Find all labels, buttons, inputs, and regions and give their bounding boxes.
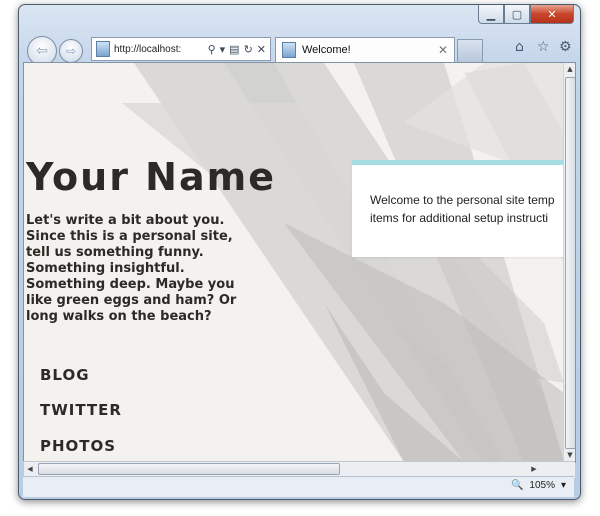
welcome-line-1: Welcome to the personal site temp xyxy=(370,193,555,207)
search-icon[interactable]: ⚲ xyxy=(208,43,216,56)
minimize-icon: ▁ xyxy=(486,7,496,21)
scroll-right-arrow-icon[interactable]: ▶ xyxy=(528,462,540,476)
zoom-control[interactable]: 🔍 105% ▾ xyxy=(511,480,566,491)
compatibility-icon[interactable]: ▤ xyxy=(229,43,239,56)
home-icon[interactable]: ⌂ xyxy=(515,39,524,55)
scroll-down-arrow-icon[interactable]: ▼ xyxy=(564,449,575,461)
tab-title: Welcome! xyxy=(302,44,351,56)
horizontal-scroll-thumb[interactable] xyxy=(38,463,340,475)
bio-text: Let's write a bit about you. Since this … xyxy=(26,213,237,324)
back-arrow-icon: ⇦ xyxy=(36,43,48,59)
welcome-card-text: Welcome to the personal site temp items … xyxy=(370,191,575,227)
maximize-icon: ▢ xyxy=(511,7,523,21)
favorites-star-icon[interactable]: ☆ xyxy=(537,39,550,55)
forward-button[interactable]: ⇨ xyxy=(59,39,83,63)
welcome-line-2: items for additional setup instructi xyxy=(370,211,549,225)
address-text[interactable]: http://localhost: xyxy=(114,44,208,55)
browser-window: ▁ ▢ ✕ ⇦ ⇨ http://localhost: ⚲ ▾ ▤ ↻ ✕ We… xyxy=(18,4,581,500)
zoom-level: 105% xyxy=(529,480,555,491)
stop-icon[interactable]: ✕ xyxy=(257,43,266,56)
vertical-scroll-thumb[interactable] xyxy=(565,77,575,449)
zoom-icon: 🔍 xyxy=(510,480,524,491)
page-content: Your Name Let's write a bit about you. S… xyxy=(23,62,576,463)
nav-link-twitter[interactable]: TWITTER xyxy=(40,401,122,419)
welcome-card: Welcome to the personal site temp items … xyxy=(352,160,572,257)
maximize-button[interactable]: ▢ xyxy=(504,5,530,24)
caption-buttons: ▁ ▢ ✕ xyxy=(478,5,574,24)
vertical-scrollbar[interactable]: ▲ ▼ xyxy=(563,63,575,462)
nav-link-photos[interactable]: PHOTOS xyxy=(40,437,116,455)
new-tab-button[interactable] xyxy=(457,39,483,63)
tab-welcome[interactable]: Welcome! ✕ xyxy=(275,37,455,62)
scroll-up-arrow-icon[interactable]: ▲ xyxy=(564,63,575,75)
dropdown-icon[interactable]: ▾ xyxy=(220,43,226,56)
nav-link-blog[interactable]: BLOG xyxy=(40,366,90,384)
status-bar: 🔍 105% ▾ xyxy=(23,476,574,497)
refresh-icon[interactable]: ↻ xyxy=(244,43,253,56)
minimize-button[interactable]: ▁ xyxy=(478,5,504,24)
close-icon: ✕ xyxy=(547,7,557,21)
address-bar[interactable]: http://localhost: ⚲ ▾ ▤ ↻ ✕ xyxy=(91,37,271,61)
close-tab-icon[interactable]: ✕ xyxy=(438,43,448,57)
site-owner-name: Your Name xyxy=(26,155,276,199)
horizontal-scrollbar[interactable]: ◀ ▶ xyxy=(23,461,543,477)
chevron-down-icon[interactable]: ▾ xyxy=(561,480,566,491)
scroll-left-arrow-icon[interactable]: ◀ xyxy=(24,462,36,476)
tools-gear-icon[interactable]: ⚙ xyxy=(559,39,572,55)
forward-arrow-icon: ⇨ xyxy=(65,44,77,58)
navigation-bar: ⇦ ⇨ http://localhost: ⚲ ▾ ▤ ↻ ✕ Welcome!… xyxy=(25,35,576,66)
page-icon xyxy=(282,42,296,58)
page-icon xyxy=(96,41,110,57)
close-button[interactable]: ✕ xyxy=(530,5,574,24)
